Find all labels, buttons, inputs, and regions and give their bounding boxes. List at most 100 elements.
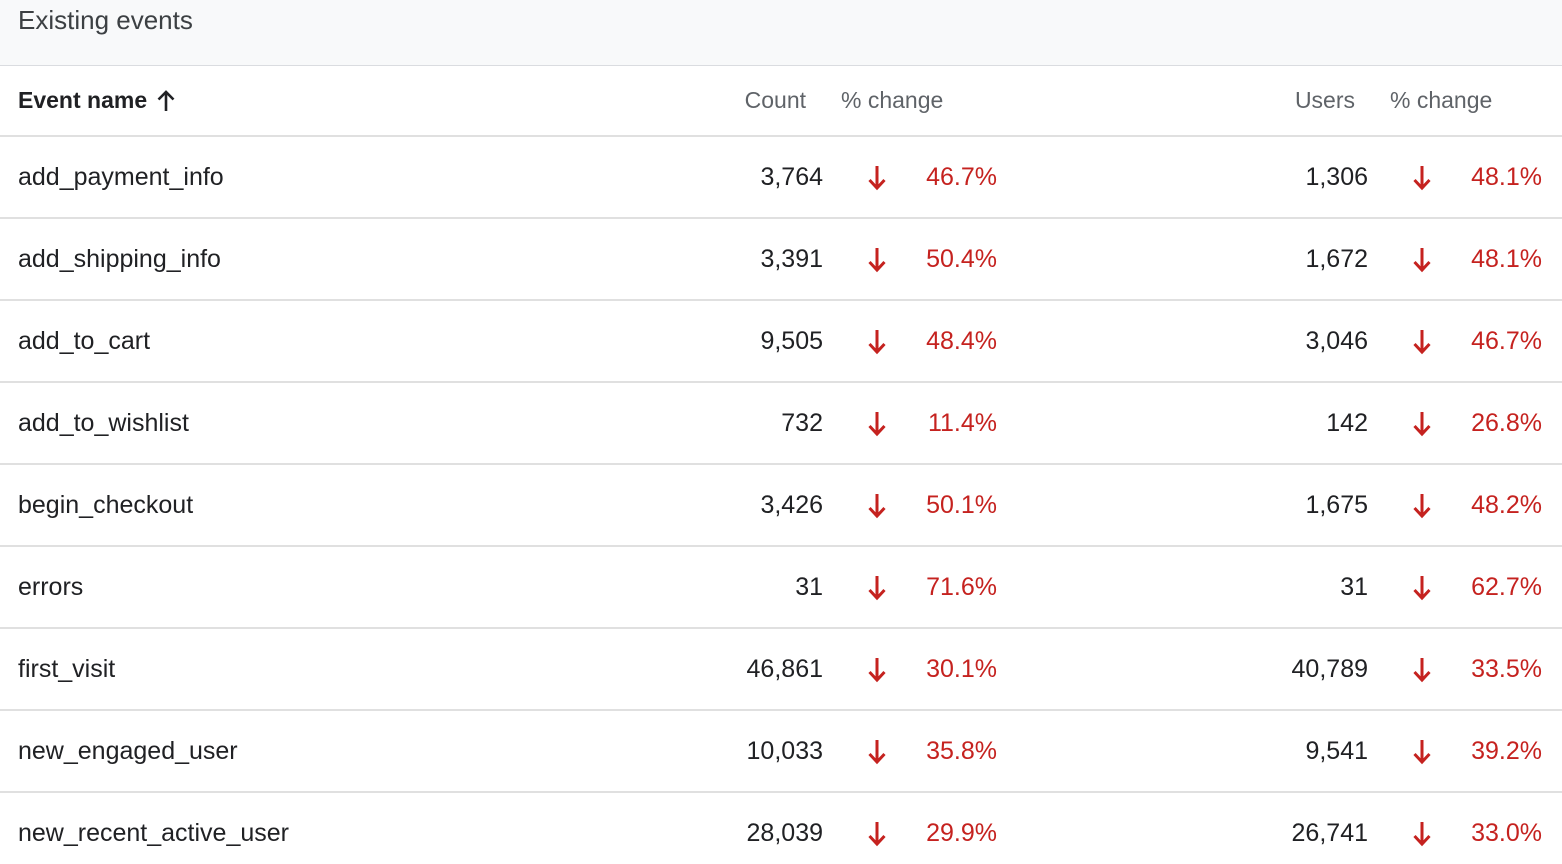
users-change-header-label: % change — [1390, 87, 1493, 113]
arrow-down-icon — [1411, 137, 1433, 217]
users-change-text: 48.1% — [1471, 244, 1542, 273]
users-value: 40,789 — [1291, 654, 1368, 683]
arrow-down-icon — [1411, 711, 1433, 791]
event-name-cell[interactable]: add_to_cart — [18, 301, 150, 381]
event-name-cell[interactable]: new_engaged_user — [18, 711, 238, 791]
event-name-text: add_to_cart — [18, 326, 151, 355]
count-cell: 46,861 — [747, 629, 823, 709]
event-name-text: add_payment_info — [18, 162, 224, 191]
event-name-header-label: Event name — [18, 87, 148, 113]
users-cell: 142 — [1326, 383, 1368, 463]
table-body: add_payment_info 3,764 46.7% 1,306 48.1%… — [0, 137, 1562, 864]
users-change-text: 48.2% — [1471, 490, 1542, 519]
users-change-value: 46.7% — [1471, 301, 1542, 381]
users-cell: 9,541 — [1305, 711, 1368, 791]
count-change-text: 50.1% — [926, 490, 997, 519]
table-row[interactable]: add_payment_info 3,764 46.7% 1,306 48.1% — [0, 137, 1562, 219]
users-change-text: 33.0% — [1471, 818, 1542, 847]
table-row[interactable]: begin_checkout 3,426 50.1% 1,675 48.2% — [0, 465, 1562, 547]
count-cell: 31 — [795, 547, 823, 627]
arrow-down-icon — [866, 465, 888, 545]
count-change-text: 71.6% — [926, 572, 997, 601]
event-name-text: add_shipping_info — [18, 244, 221, 273]
users-change-text: 46.7% — [1471, 326, 1542, 355]
arrow-down-icon — [866, 547, 888, 627]
count-change-value: 11.4% — [928, 383, 997, 463]
users-value: 26,741 — [1291, 818, 1368, 847]
users-change-value: 62.7% — [1471, 547, 1542, 627]
users-value: 142 — [1326, 408, 1368, 437]
arrow-down-icon — [866, 793, 888, 864]
count-value: 3,764 — [760, 162, 823, 191]
count-column-header[interactable]: Count — [745, 66, 806, 135]
arrow-down-icon — [1411, 465, 1433, 545]
event-name-column-header[interactable]: Event name — [18, 66, 175, 135]
users-change-value: 48.1% — [1471, 219, 1542, 299]
count-change-value: 35.8% — [926, 711, 997, 791]
users-change-column-header[interactable]: % change — [1390, 66, 1492, 135]
count-change-column-header[interactable]: % change — [841, 66, 943, 135]
users-cell: 1,675 — [1305, 465, 1368, 545]
arrow-down-icon — [866, 301, 888, 381]
arrow-down-icon — [1411, 219, 1433, 299]
count-value: 732 — [781, 408, 823, 437]
count-cell: 3,391 — [760, 219, 823, 299]
table-row[interactable]: add_to_cart 9,505 48.4% 3,046 46.7% — [0, 301, 1562, 383]
panel-header: Existing events — [0, 0, 1562, 66]
count-cell: 3,426 — [760, 465, 823, 545]
users-value: 1,306 — [1305, 162, 1368, 191]
users-value: 9,541 — [1305, 736, 1368, 765]
count-change-value: 29.9% — [926, 793, 997, 864]
count-cell: 3,764 — [760, 137, 823, 217]
users-value: 1,675 — [1305, 490, 1368, 519]
count-change-text: 30.1% — [926, 654, 997, 683]
users-change-value: 48.2% — [1471, 465, 1542, 545]
users-change-text: 48.1% — [1471, 162, 1542, 191]
event-name-cell[interactable]: errors — [18, 547, 83, 627]
event-name-text: add_to_wishlist — [18, 408, 189, 437]
event-name-cell[interactable]: new_recent_active_user — [18, 793, 289, 864]
users-change-value: 26.8% — [1471, 383, 1542, 463]
event-name-cell[interactable]: add_shipping_info — [18, 219, 221, 299]
users-change-text: 39.2% — [1471, 736, 1542, 765]
users-change-value: 33.5% — [1471, 629, 1542, 709]
table-row[interactable]: add_shipping_info 3,391 50.4% 1,672 48.1… — [0, 219, 1562, 301]
users-change-text: 62.7% — [1471, 572, 1542, 601]
count-change-value: 30.1% — [926, 629, 997, 709]
table-row[interactable]: new_recent_active_user 28,039 29.9% 26,7… — [0, 793, 1562, 864]
arrow-down-icon — [866, 383, 888, 463]
table-row[interactable]: first_visit 46,861 30.1% 40,789 33.5% — [0, 629, 1562, 711]
count-change-text: 35.8% — [926, 736, 997, 765]
table-row[interactable]: new_engaged_user 10,033 35.8% 9,541 39.2… — [0, 711, 1562, 793]
arrow-down-icon — [1411, 547, 1433, 627]
arrow-down-icon — [1411, 301, 1433, 381]
count-change-text: 46.7% — [926, 162, 997, 191]
arrow-down-icon — [866, 219, 888, 299]
event-name-text: new_recent_active_user — [18, 818, 289, 847]
count-change-text: 11.4% — [927, 408, 997, 437]
event-name-cell[interactable]: begin_checkout — [18, 465, 193, 545]
count-value: 3,426 — [760, 490, 823, 519]
event-name-cell[interactable]: first_visit — [18, 629, 115, 709]
users-column-header[interactable]: Users — [1295, 66, 1355, 135]
arrow-down-icon — [866, 711, 888, 791]
count-value: 10,033 — [746, 736, 823, 765]
users-cell: 1,306 — [1305, 137, 1368, 217]
users-change-value: 33.0% — [1471, 793, 1542, 864]
count-change-value: 46.7% — [926, 137, 997, 217]
arrow-down-icon — [1411, 793, 1433, 864]
count-change-value: 71.6% — [926, 547, 997, 627]
count-cell: 9,505 — [760, 301, 823, 381]
count-header-label: Count — [744, 87, 806, 113]
event-name-cell[interactable]: add_payment_info — [18, 137, 224, 217]
count-change-text: 29.9% — [926, 818, 997, 847]
event-name-cell[interactable]: add_to_wishlist — [18, 383, 189, 463]
event-name-text: errors — [18, 572, 84, 601]
existing-events-panel: Existing events Event name Count % chang… — [0, 0, 1562, 864]
users-cell: 31 — [1340, 547, 1368, 627]
count-change-text: 48.4% — [926, 326, 997, 355]
table-row[interactable]: errors 31 71.6% 31 62.7% — [0, 547, 1562, 629]
users-cell: 40,789 — [1292, 629, 1368, 709]
users-change-text: 26.8% — [1471, 408, 1542, 437]
table-row[interactable]: add_to_wishlist 732 11.4% 142 26.8% — [0, 383, 1562, 465]
